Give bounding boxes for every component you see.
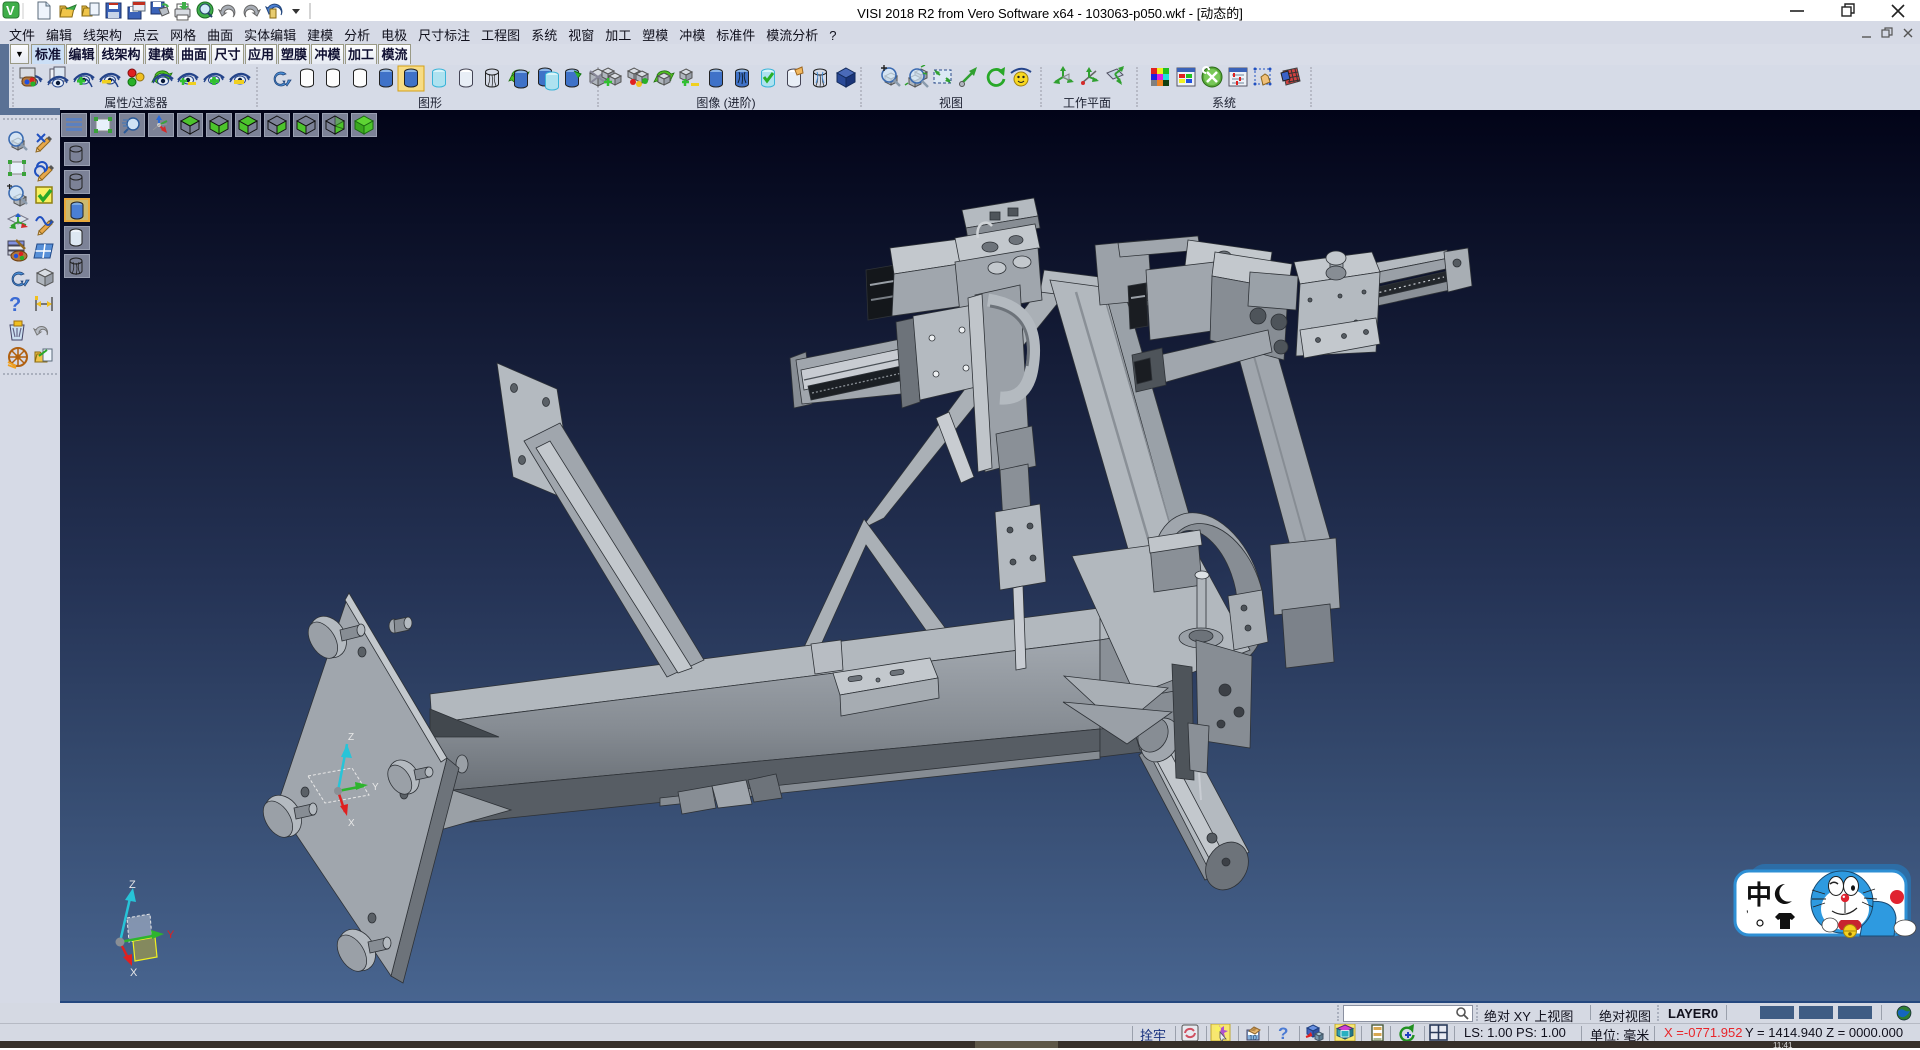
svg-text:V: V [6,3,15,18]
svg-text:?: ? [1278,1024,1288,1042]
svg-text:Y: Y [372,782,379,793]
svg-text:X: X [348,818,355,829]
svg-text:?: ? [9,294,21,316]
svg-text:Y: Y [167,929,175,941]
svg-text:中: 中 [1746,880,1772,910]
svg-text:’: ’ [1746,908,1749,922]
svg-text:Z: Z [129,879,136,891]
svg-text:Z: Z [348,732,354,743]
svg-text:X: X [130,967,138,979]
